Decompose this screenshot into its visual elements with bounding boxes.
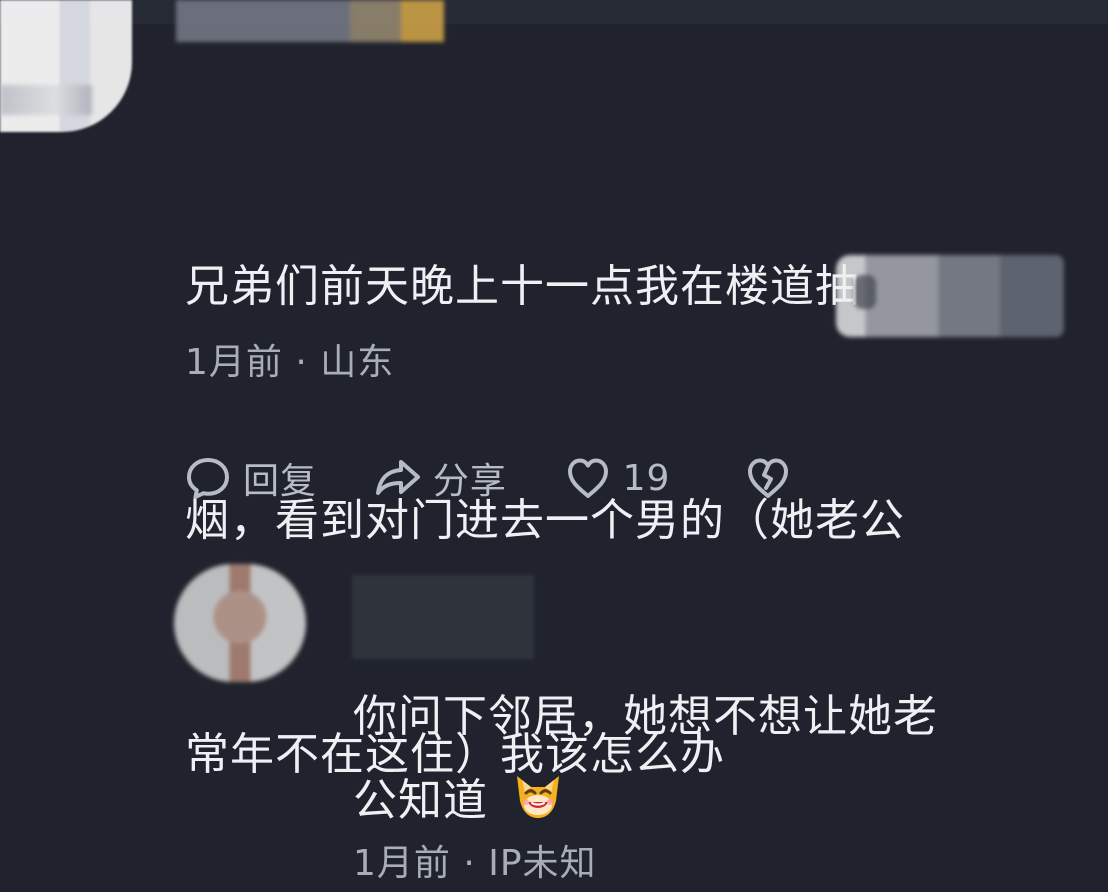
share-label: 分享	[432, 461, 507, 502]
dislike-button[interactable]	[743, 444, 803, 512]
blurred-reply-username[interactable]	[352, 575, 534, 659]
broken-heart-icon	[747, 458, 788, 498]
like-button[interactable]: 19	[563, 444, 695, 512]
reply-button[interactable]: 回复	[183, 444, 325, 512]
reply-label: 回复	[243, 461, 318, 502]
heart-icon	[567, 458, 608, 498]
reply-line: 你问下邻居，她想不想让她老	[353, 691, 938, 742]
comment-meta: 1月前 · 山东	[185, 342, 395, 383]
reply-body: 你问下邻居，她想不想让她老 公知道	[353, 675, 1053, 843]
blurred-reply-avatar[interactable]	[174, 564, 306, 682]
laughing-cat-emoji	[517, 776, 559, 818]
reply-line-with-emoji: 公知道	[353, 759, 1053, 843]
blurred-avatar[interactable]	[0, 0, 132, 132]
top-strip	[0, 0, 1108, 24]
share-arrow-icon	[375, 460, 420, 495]
comment-actions: 回复 分享 19	[183, 444, 803, 512]
reply-meta: 1月前 · IP未知	[353, 843, 597, 884]
like-count: 19	[622, 457, 671, 499]
blurred-username[interactable]	[176, 0, 444, 42]
reply-line: 公知道	[353, 775, 488, 826]
chat-bubble-icon	[187, 458, 229, 499]
blurred-tag	[836, 255, 1064, 337]
share-button[interactable]: 分享	[373, 444, 515, 512]
